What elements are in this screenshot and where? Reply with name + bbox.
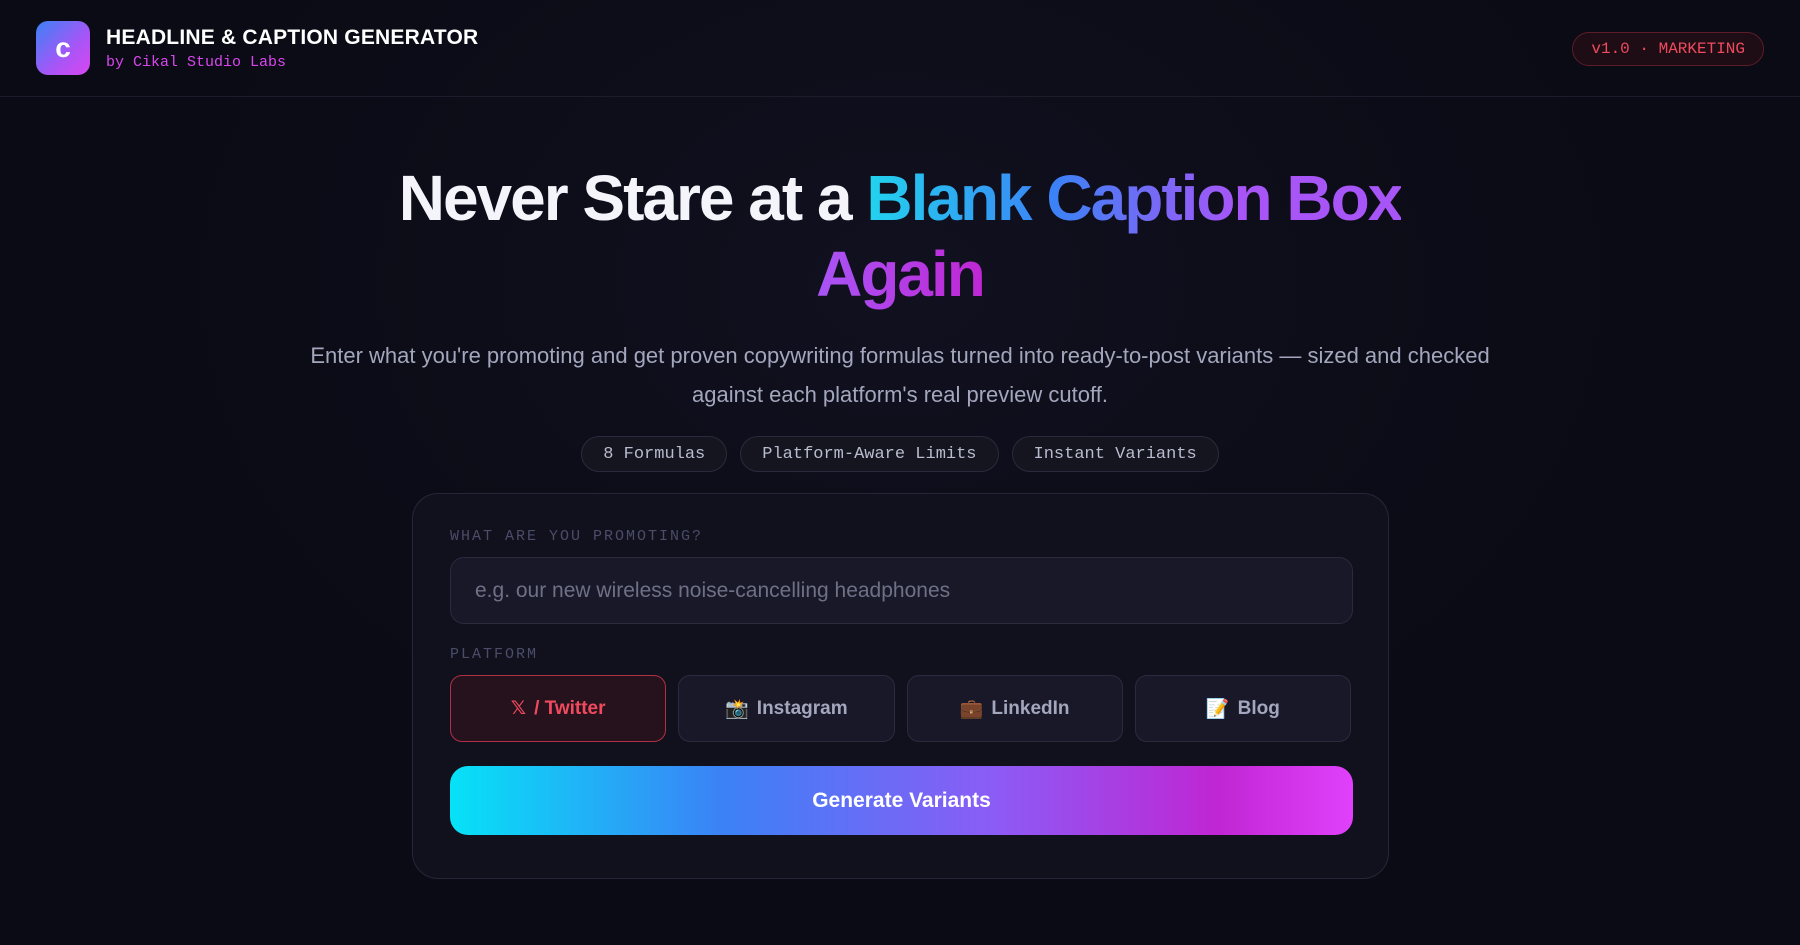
platform-label-blog: Blog — [1237, 697, 1280, 719]
platform-label-twitter: / Twitter — [534, 697, 606, 719]
hero-title-highlight-2: Again — [816, 238, 986, 310]
feature-pill: Instant Variants — [1011, 436, 1219, 472]
feature-pill: 8 Formulas — [581, 436, 728, 472]
feature-pill: Platform-Aware Limits — [740, 436, 999, 472]
app-header: c HEADLINE & CAPTION GENERATOR by Cikal … — [0, 0, 1800, 97]
generator-form-card: WHAT ARE YOU PROMOTING? PLATFORM 𝕏 / Twi… — [412, 493, 1389, 879]
version-badge: v1.0 · MARKETING — [1572, 32, 1764, 66]
camera-icon: 📸 — [725, 698, 749, 720]
x-logo-icon: 𝕏 — [510, 698, 527, 719]
app-logo: c — [36, 21, 90, 75]
hero-description: Enter what you're promoting and get prov… — [310, 343, 1490, 407]
memo-icon: 📝 — [1205, 698, 1230, 720]
promo-input[interactable] — [450, 557, 1353, 624]
hero-title-highlight: Blank Caption Box — [866, 162, 1403, 234]
generate-variants-button[interactable]: Generate Variants — [450, 766, 1353, 835]
platform-selector: 𝕏 / Twitter 📸 Instagram 💼 LinkedIn 📝 Blo… — [450, 675, 1351, 742]
platform-label-instagram: Instagram — [756, 697, 848, 719]
platform-option-twitter[interactable]: 𝕏 / Twitter — [450, 675, 667, 742]
brand: HEADLINE & CAPTION GENERATOR by Cikal St… — [106, 26, 478, 71]
hero-title-plain: Never Stare at a — [398, 162, 867, 234]
promo-field-label: WHAT ARE YOU PROMOTING? — [450, 528, 704, 545]
hero-section: Never Stare at a Blank Caption Box Again … — [0, 160, 1800, 472]
app-title: HEADLINE & CAPTION GENERATOR — [106, 25, 479, 49]
app-subtitle: by Cikal Studio Labs — [106, 53, 287, 71]
platform-option-linkedin[interactable]: 💼 LinkedIn — [906, 675, 1123, 742]
briefcase-icon: 💼 — [959, 698, 984, 720]
platform-label-linkedin: LinkedIn — [991, 697, 1070, 719]
platform-option-blog[interactable]: 📝 Blog — [1134, 675, 1351, 742]
platform-label: PLATFORM — [450, 646, 539, 663]
hero-title: Never Stare at a Blank Caption Box Again — [350, 160, 1450, 312]
platform-option-instagram[interactable]: 📸 Instagram — [678, 675, 895, 742]
feature-pills: 8 Formulas Platform-Aware Limits Instant… — [0, 436, 1800, 472]
